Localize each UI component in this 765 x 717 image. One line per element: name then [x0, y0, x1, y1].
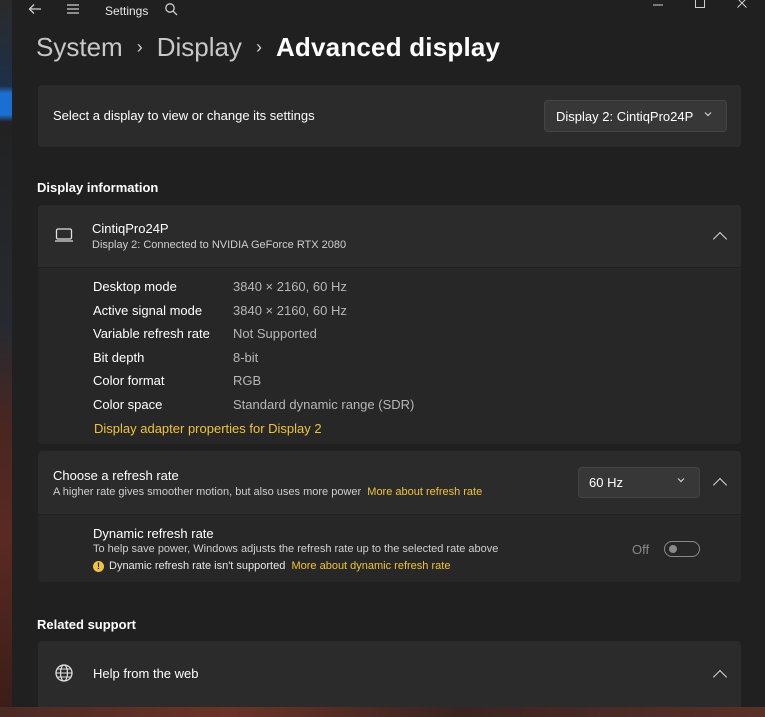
chevron-up-icon[interactable]: [712, 231, 728, 247]
bit-depth-value: 8-bit: [233, 350, 259, 365]
chevron-up-icon[interactable]: [712, 477, 728, 493]
toggle-state-label: Off: [632, 542, 650, 557]
refresh-rate-desc-text: A higher rate gives smoother motion, but…: [53, 486, 362, 498]
color-space-value: Standard dynamic range (SDR): [233, 397, 415, 412]
breadcrumb-display[interactable]: Display: [157, 32, 242, 63]
display-dropdown-value: Display 2: CintiqPro24P: [556, 109, 694, 124]
more-about-dynamic-refresh-link[interactable]: More about dynamic refresh rate: [291, 560, 450, 572]
refresh-rate-description: A higher rate gives smoother motion, but…: [53, 486, 482, 498]
help-from-web-label: Help from the web: [93, 666, 199, 681]
breadcrumb: System › Display › Advanced display: [36, 30, 500, 70]
color-format-value: RGB: [233, 373, 262, 388]
variable-refresh-rate-value: Not Supported: [233, 326, 317, 341]
refresh-rate-title: Choose a refresh rate: [53, 468, 179, 483]
refresh-rate-dropdown[interactable]: 60 Hz: [578, 467, 700, 498]
globe-icon: [54, 663, 74, 688]
display-info-header[interactable]: CintiqPro24P Display 2: Connected to NVI…: [38, 205, 741, 267]
warning-icon: !: [93, 561, 104, 572]
bit-depth-label: Bit depth: [93, 350, 145, 365]
variable-refresh-rate-label: Variable refresh rate: [93, 326, 210, 341]
display-name: CintiqPro24P: [92, 221, 169, 236]
title-bar: Settings: [12, 0, 765, 24]
select-display-label: Select a display to view or change its s…: [53, 108, 315, 123]
desktop-background-bottom: [0, 707, 765, 717]
dynamic-refresh-card: Dynamic refresh rate To help save power,…: [38, 515, 741, 582]
page-title: Advanced display: [275, 31, 501, 62]
desktop-mode-label: Desktop mode: [93, 279, 177, 294]
chevron-down-icon: [676, 475, 686, 488]
chevron-right-icon: ›: [255, 36, 262, 57]
chevron-right-icon: ›: [136, 36, 143, 57]
back-arrow-icon[interactable]: [28, 2, 42, 20]
close-icon[interactable]: [736, 0, 748, 12]
adapter-properties-link[interactable]: Display adapter properties for Display 2: [94, 421, 322, 436]
display-connection: Display 2: Connected to NVIDIA GeForce R…: [92, 239, 347, 251]
dynamic-refresh-toggle[interactable]: [664, 541, 700, 557]
dynamic-refresh-title: Dynamic refresh rate: [93, 526, 214, 541]
dynamic-refresh-warning: Dynamic refresh rate isn't supported Mor…: [109, 560, 450, 572]
active-signal-mode-value: 3840 × 2160, 60 Hz: [233, 303, 347, 318]
select-display-card: Select a display to view or change its s…: [38, 85, 741, 147]
toggle-knob: [669, 545, 677, 553]
chevron-up-icon[interactable]: [712, 669, 728, 685]
monitor-icon: [54, 227, 74, 248]
refresh-rate-card: Choose a refresh rate A higher rate give…: [38, 451, 741, 514]
search-icon[interactable]: [164, 2, 178, 20]
dynamic-refresh-warning-text: Dynamic refresh rate isn't supported: [109, 560, 286, 572]
minimize-icon[interactable]: [652, 0, 664, 14]
desktop-mode-value: 3840 × 2160, 60 Hz: [233, 279, 347, 294]
related-support-heading: Related support: [37, 617, 136, 632]
desktop-background-left: [0, 0, 12, 717]
maximize-icon[interactable]: [694, 0, 706, 12]
hamburger-menu-icon[interactable]: [66, 2, 80, 20]
settings-window: Settings System › Display › Advanced display…: [12, 0, 765, 707]
display-dropdown[interactable]: Display 2: CintiqPro24P: [544, 100, 727, 132]
breadcrumb-system[interactable]: System: [36, 32, 123, 63]
window-title: Settings: [105, 4, 149, 18]
refresh-rate-value: 60 Hz: [589, 475, 623, 490]
active-signal-mode-label: Active signal mode: [93, 303, 203, 318]
color-format-label: Color format: [93, 373, 165, 388]
dynamic-refresh-description: To help save power, Windows adjusts the …: [93, 543, 499, 555]
display-information-heading: Display information: [37, 180, 159, 195]
more-about-refresh-rate-link[interactable]: More about refresh rate: [367, 486, 482, 498]
help-from-web-card[interactable]: Help from the web: [38, 641, 741, 707]
color-space-label: Color space: [93, 397, 163, 412]
chevron-down-icon: [703, 109, 713, 122]
